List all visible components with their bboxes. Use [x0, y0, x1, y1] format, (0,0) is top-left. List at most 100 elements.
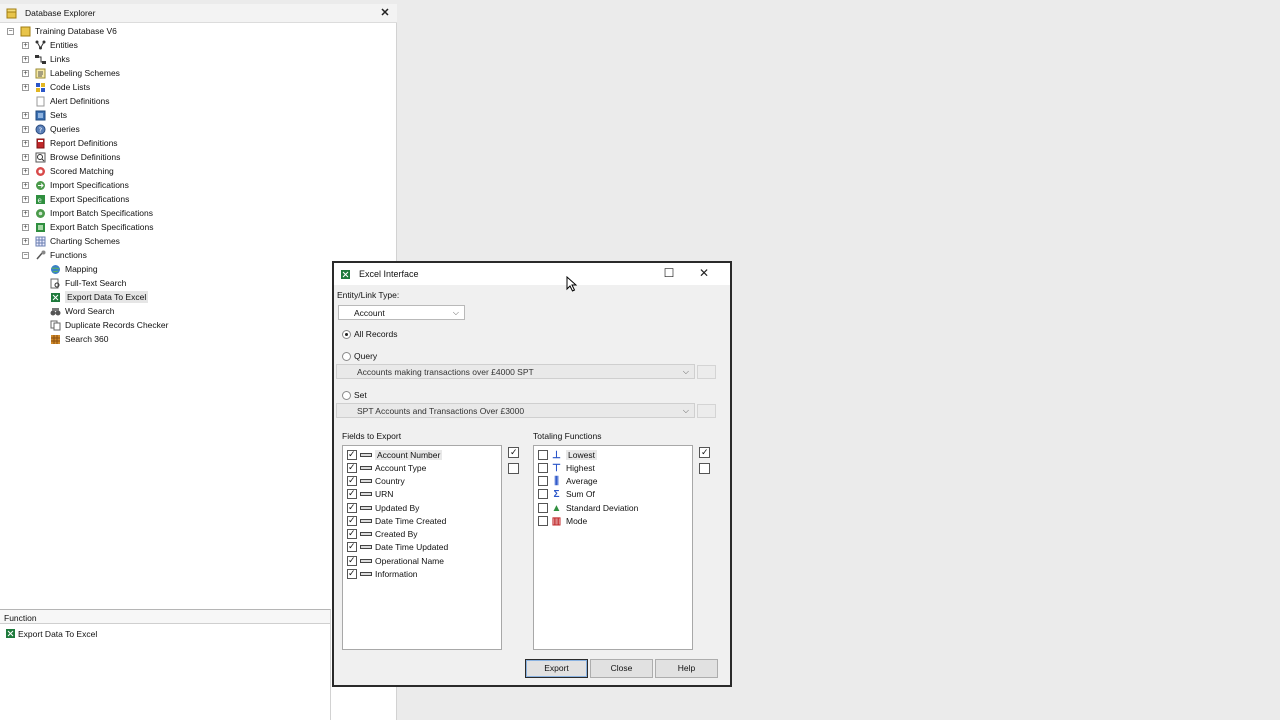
all-records-radio[interactable]	[342, 330, 351, 339]
totaling-item[interactable]: ⊥ Lowest	[538, 449, 597, 461]
field-checkbox[interactable]	[347, 502, 357, 513]
expand-icon[interactable]: +	[22, 196, 29, 203]
tree-item-label: Mapping	[65, 264, 98, 274]
field-item[interactable]: Updated By	[347, 502, 419, 514]
field-item[interactable]: Date Time Created	[347, 515, 446, 527]
totaling-item[interactable]: ⊤ Highest	[538, 462, 595, 474]
query-select[interactable]: Accounts making transactions over £4000 …	[336, 364, 695, 379]
expand-icon[interactable]: +	[22, 238, 29, 245]
select-all-fields-checkbox[interactable]	[508, 446, 519, 458]
tree-item-alert-definitions[interactable]: Alert Definitions	[35, 94, 110, 108]
explorer-title: Database Explorer	[25, 8, 96, 18]
close-button[interactable]: Close	[590, 659, 653, 678]
field-checkbox[interactable]	[347, 541, 357, 552]
expand-icon[interactable]: +	[22, 154, 29, 161]
close-icon[interactable]: ✕	[378, 6, 392, 20]
fields-list[interactable]: Account Number Account Type Country URN …	[342, 445, 502, 650]
field-icon	[360, 453, 372, 457]
tree-item-import-specifications[interactable]: Import Specifications	[35, 178, 129, 192]
field-item[interactable]: URN	[347, 488, 393, 500]
expand-icon[interactable]: +	[22, 56, 29, 63]
field-item[interactable]: Account Type	[347, 462, 426, 474]
tree-item-charting-schemes[interactable]: Charting Schemes	[35, 234, 120, 248]
tree-item-scored-matching[interactable]: Scored Matching	[35, 164, 114, 178]
tree-item-export-batch-specifications[interactable]: Export Batch Specifications	[35, 220, 153, 234]
code-lists-icon	[36, 82, 45, 92]
field-item[interactable]: Information	[347, 568, 418, 580]
export-button[interactable]: Export	[525, 659, 588, 678]
expand-icon[interactable]: +	[22, 182, 29, 189]
expand-icon[interactable]: +	[22, 140, 29, 147]
expand-icon[interactable]: +	[22, 70, 29, 77]
query-browse-button[interactable]	[697, 365, 716, 379]
clear-all-fields-checkbox[interactable]	[508, 463, 519, 474]
set-select[interactable]: SPT Accounts and Transactions Over £3000…	[336, 403, 695, 418]
tree-root[interactable]: Training Database V6	[20, 24, 117, 38]
set-browse-button[interactable]	[697, 404, 716, 418]
tree-item-sets[interactable]: Sets	[35, 108, 67, 122]
totaling-checkbox[interactable]	[538, 476, 548, 486]
totaling-item[interactable]: ▥ Mode	[538, 515, 587, 527]
totaling-checkbox[interactable]	[538, 463, 548, 473]
totaling-checkbox[interactable]	[538, 516, 548, 526]
totaling-checkbox[interactable]	[538, 450, 548, 460]
tree-item-links[interactable]: Links	[35, 52, 70, 66]
field-item[interactable]: Created By	[347, 528, 418, 540]
tree-item-duplicate-records-checker[interactable]: Duplicate Records Checker	[50, 318, 168, 332]
tree-item-import-batch-specifications[interactable]: Import Batch Specifications	[35, 206, 153, 220]
field-checkbox[interactable]	[347, 488, 357, 499]
chevron-down-icon: ⌵	[452, 308, 459, 317]
tree-item-browse-definitions[interactable]: Browse Definitions	[35, 150, 120, 164]
field-item[interactable]: Operational Name	[347, 555, 444, 567]
set-radio[interactable]	[342, 391, 351, 400]
field-checkbox[interactable]	[347, 449, 357, 460]
maximize-icon[interactable]: ☐	[662, 267, 676, 281]
tree-item-queries[interactable]: ? Queries	[35, 122, 80, 136]
expand-icon[interactable]: +	[22, 224, 29, 231]
expand-icon[interactable]: +	[22, 168, 29, 175]
collapse-icon[interactable]: −	[7, 28, 14, 35]
select-all-totaling-checkbox[interactable]	[699, 446, 710, 458]
field-checkbox[interactable]	[347, 515, 357, 526]
tree-item-full-text-search[interactable]: Full-Text Search	[50, 276, 126, 290]
tree-item-export-specifications[interactable]: e Export Specifications	[35, 192, 129, 206]
totaling-item[interactable]: ▲ Standard Deviation	[538, 502, 638, 514]
tree-item-search-360[interactable]: Search 360	[50, 332, 108, 346]
function-pane-item[interactable]: Export Data To Excel	[0, 624, 330, 639]
collapse-icon[interactable]: −	[22, 252, 29, 259]
excel-export-icon	[6, 629, 15, 638]
totaling-checkbox[interactable]	[538, 489, 548, 499]
field-checkbox[interactable]	[347, 555, 357, 566]
expand-icon[interactable]: +	[22, 112, 29, 119]
totaling-item[interactable]: Σ Sum Of	[538, 488, 595, 500]
field-item[interactable]: Account Number	[347, 449, 443, 461]
tree-item-labeling-schemes[interactable]: Labeling Schemes	[35, 66, 120, 80]
tree-item-word-search[interactable]: Word Search	[50, 304, 114, 318]
expand-icon[interactable]: +	[22, 42, 29, 49]
help-button[interactable]: Help	[655, 659, 718, 678]
totaling-checkbox[interactable]	[538, 503, 548, 513]
tree-item-mapping[interactable]: Mapping	[50, 262, 98, 276]
tree-item-entities[interactable]: Entities	[35, 38, 78, 52]
tree-item-report-definitions[interactable]: Report Definitions	[35, 136, 118, 150]
expand-icon[interactable]: +	[22, 84, 29, 91]
totaling-list[interactable]: ⊥ Lowest ⊤ Highest ⫼ Average Σ Sum Of ▲ Stand…	[533, 445, 693, 650]
entity-type-select[interactable]: Account ⌵	[338, 305, 465, 320]
tree-item-functions[interactable]: Functions	[35, 248, 87, 262]
field-item[interactable]: Country	[347, 475, 405, 487]
tree-item-code-lists[interactable]: Code Lists	[35, 80, 90, 94]
expand-icon[interactable]: +	[22, 126, 29, 133]
expand-icon[interactable]: +	[22, 210, 29, 217]
field-checkbox[interactable]	[347, 475, 357, 486]
field-checkbox[interactable]	[347, 462, 357, 473]
field-checkbox[interactable]	[347, 568, 357, 579]
totaling-label: Sum Of	[566, 489, 595, 499]
clear-all-totaling-checkbox[interactable]	[699, 463, 710, 474]
field-checkbox[interactable]	[347, 528, 357, 539]
field-item[interactable]: Date Time Updated	[347, 541, 448, 553]
query-radio[interactable]	[342, 352, 351, 361]
tree-item-export-data-to-excel[interactable]: Export Data To Excel	[50, 290, 149, 304]
dialog-title-bar[interactable]: Excel Interface ☐ ✕	[334, 263, 730, 285]
totaling-item[interactable]: ⫼ Average	[538, 475, 598, 487]
close-icon[interactable]: ✕	[697, 267, 711, 281]
